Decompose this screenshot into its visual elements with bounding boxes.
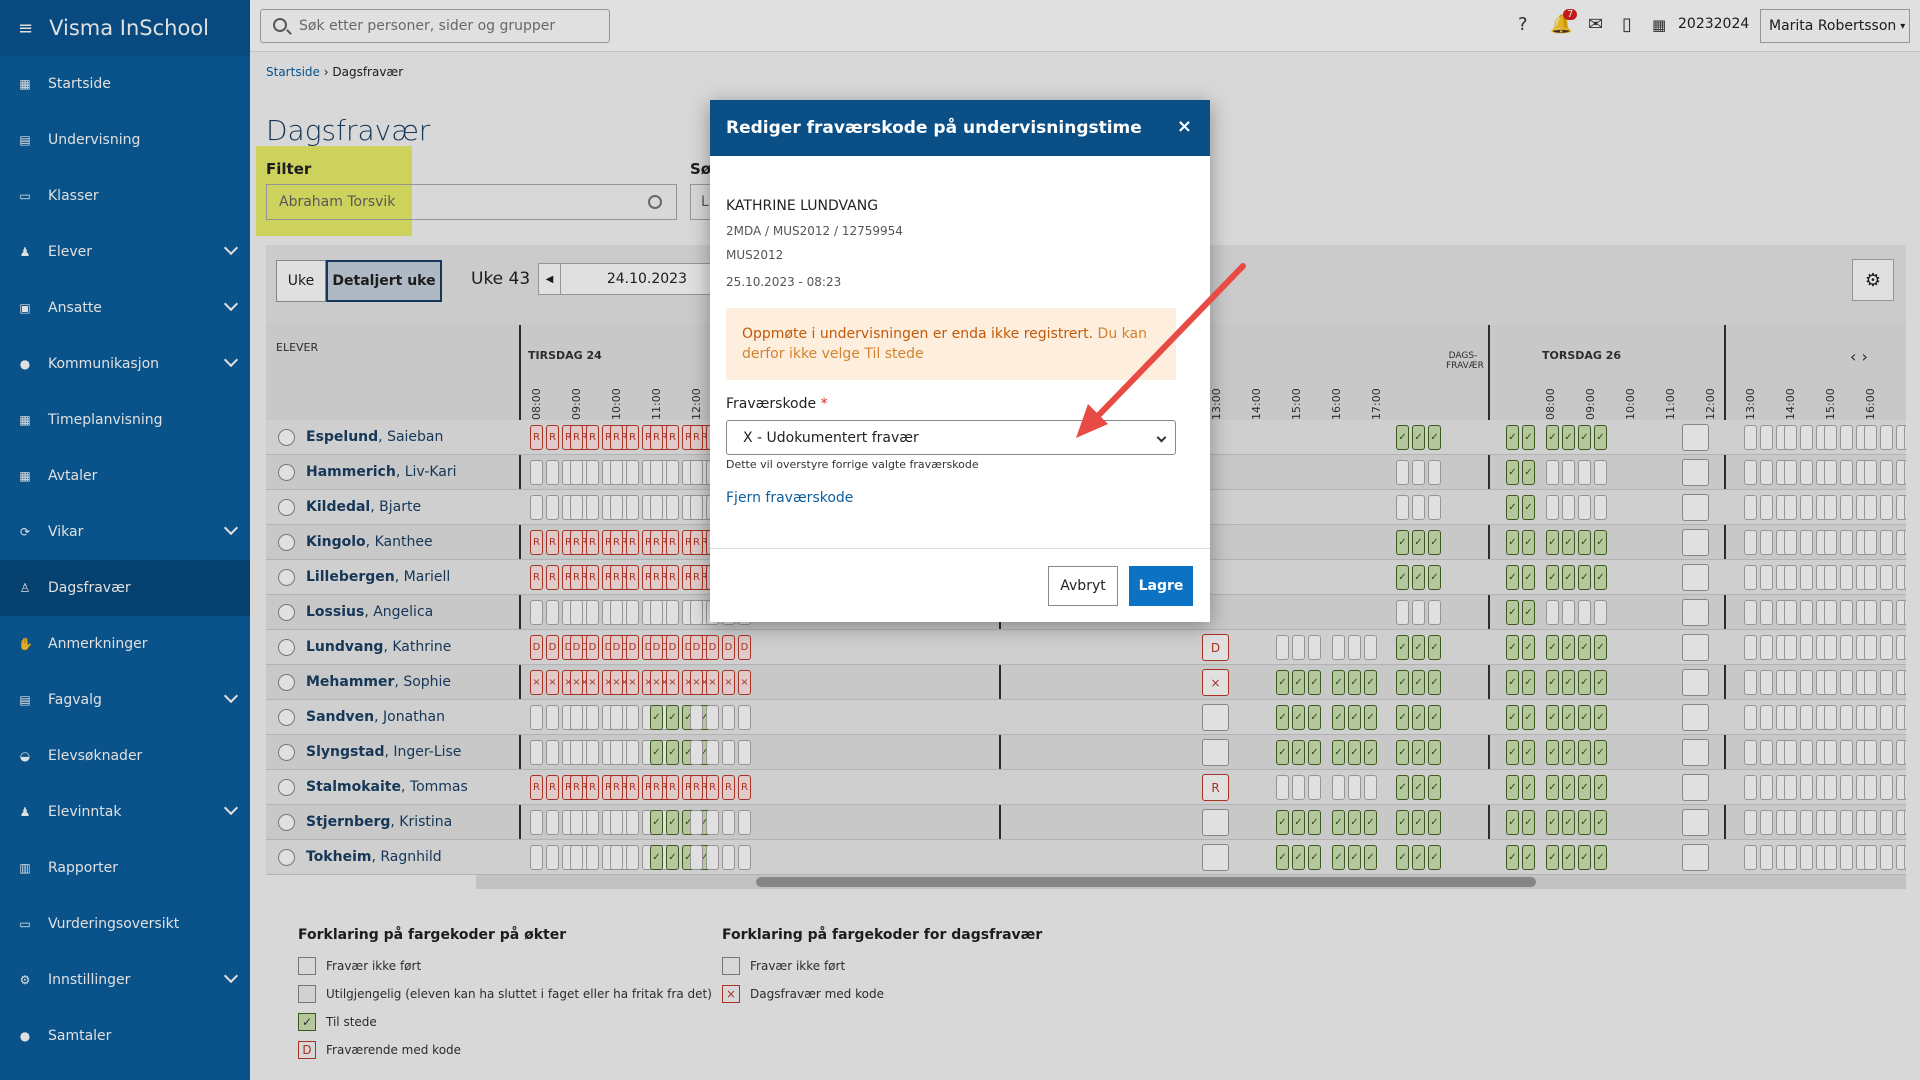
remove-absence-code-link[interactable]: Fjern fraværskode xyxy=(726,490,853,506)
chevron-down-icon xyxy=(1156,432,1167,443)
warning-message: Oppmøte i undervisningen er enda ikke re… xyxy=(726,308,1176,380)
student-name: KATHRINE LUNDVANG xyxy=(726,198,879,214)
cancel-button[interactable]: Avbryt xyxy=(1048,566,1118,606)
absence-code-label: Fraværskode * xyxy=(726,396,828,412)
field-label: Fraværskode xyxy=(726,396,817,412)
lesson-time: 25.10.2023 - 08:23 xyxy=(726,275,842,289)
edit-absence-dialog: Rediger fraværskode på undervisningstime… xyxy=(710,100,1210,622)
select-value: X - Udokumentert fravær xyxy=(743,429,919,446)
help-text: Dette vil overstyre forrige valgte fravæ… xyxy=(726,458,979,471)
dialog-scrollbar[interactable] xyxy=(1198,158,1208,548)
warning-main: Oppmøte i undervisningen er enda ikke re… xyxy=(742,326,1094,342)
subject-code: MUS2012 xyxy=(726,248,784,262)
save-button[interactable]: Lagre xyxy=(1129,566,1193,606)
dialog-header: Rediger fraværskode på undervisningstime xyxy=(710,100,1210,156)
required-marker: * xyxy=(820,396,828,412)
lesson-info: 2MDA / MUS2012 / 12759954 xyxy=(726,224,903,238)
dialog-footer: Avbryt Lagre xyxy=(710,548,1210,622)
absence-code-select[interactable]: X - Udokumentert fravær xyxy=(726,420,1176,455)
close-icon[interactable]: × xyxy=(1177,116,1192,137)
dialog-title: Rediger fraværskode på undervisningstime xyxy=(726,118,1142,138)
